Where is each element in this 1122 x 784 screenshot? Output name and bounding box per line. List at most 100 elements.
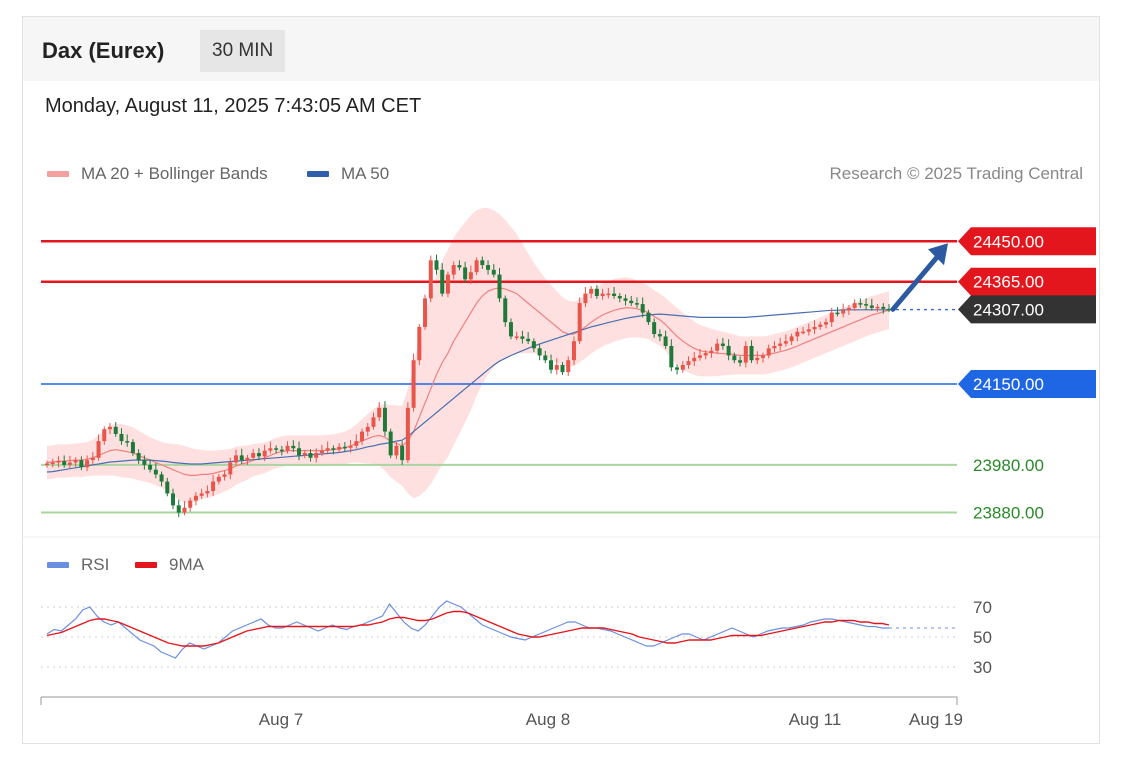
candle-body [279, 449, 284, 452]
candle-body [720, 343, 725, 346]
candle-body [801, 331, 806, 334]
candle-body [319, 450, 324, 454]
candle-body [841, 310, 846, 314]
candle-body [491, 269, 496, 275]
candle-body [675, 367, 680, 370]
candle-body [778, 343, 783, 346]
candle-body [549, 360, 554, 370]
candle-body [400, 445, 405, 461]
candle-body [692, 357, 697, 362]
candle-body [62, 461, 67, 465]
candle-body [434, 260, 439, 270]
candle-body [382, 407, 387, 432]
candle-body [251, 453, 256, 458]
level-label-24150.00: 24150.00 [973, 375, 1044, 394]
candle-body [554, 364, 559, 370]
candle-body [480, 260, 485, 266]
candle-body [125, 441, 130, 443]
candle-body [102, 429, 107, 442]
candle-body [508, 322, 513, 337]
candle-body [239, 455, 244, 461]
candle-body [852, 303, 857, 308]
candle-body [222, 474, 227, 477]
candle-body [577, 303, 582, 342]
candle-body [755, 357, 760, 361]
candle-body [308, 453, 313, 458]
candle-body [858, 303, 863, 305]
level-label-23980.00: 23980.00 [973, 456, 1044, 475]
candle-body [560, 364, 565, 373]
candle-body [291, 445, 296, 449]
candle-body [526, 338, 531, 342]
candle-body [726, 345, 731, 356]
candle-body [829, 312, 834, 323]
candle-body [652, 322, 657, 335]
candle-body [812, 326, 817, 330]
candle-body [45, 463, 49, 465]
candle-body [245, 457, 250, 461]
candle-body [228, 462, 233, 475]
candle-body [451, 265, 456, 275]
candle-body [199, 493, 204, 496]
candle-body [182, 507, 187, 513]
candle-body [90, 457, 95, 461]
candle-body [732, 355, 737, 361]
candle-body [520, 336, 525, 339]
candle-body [474, 260, 479, 273]
candle-body [216, 476, 221, 482]
candle-body [766, 348, 771, 356]
candle-body [165, 481, 170, 494]
candle-body [325, 448, 330, 451]
candle-body [354, 441, 359, 446]
candle-body [818, 324, 823, 327]
candle-body [193, 495, 198, 501]
candle-body [428, 260, 433, 299]
candle-body [537, 348, 542, 356]
candle-body [148, 464, 153, 470]
candle-body [806, 329, 811, 332]
candle-body [417, 326, 422, 361]
candle-body [211, 481, 216, 492]
candle-body [881, 306, 886, 309]
candle-body [583, 293, 588, 304]
candle-body [663, 336, 668, 346]
candle-body [188, 500, 193, 508]
candle-body [743, 345, 748, 363]
rsi-tick-label: 50 [973, 628, 992, 647]
candle-body [783, 341, 788, 344]
candle-body [171, 493, 176, 506]
level-label-24365.00: 24365.00 [973, 273, 1044, 292]
forecast-arrow-shaft [890, 248, 945, 312]
candle-body [623, 298, 628, 301]
candle-body [514, 336, 519, 338]
candle-body [715, 343, 720, 351]
candle-body [468, 272, 473, 280]
candle-body [234, 455, 239, 463]
x-tick-label: Aug 7 [259, 710, 303, 729]
candle-body [629, 300, 634, 304]
candle-body [130, 442, 135, 454]
candle-body [823, 322, 828, 325]
price-chart[interactable]: 24450.00 24365.00 24307.00 24150.00 23980.00… [23, 17, 1101, 745]
candle-body [423, 298, 428, 327]
candle-body [73, 460, 78, 463]
candle-body [113, 426, 118, 434]
level-label-23880.00: 23880.00 [973, 503, 1044, 522]
candle-body [680, 364, 685, 370]
rsi-ma-line [46, 610, 890, 647]
candle-body [262, 450, 267, 457]
candle-body [50, 462, 55, 465]
candle-body [256, 453, 261, 457]
candle-body [634, 303, 639, 305]
candle-body [371, 417, 376, 427]
candle-body [405, 407, 410, 461]
candle-body [531, 341, 536, 349]
candle-body [337, 446, 342, 450]
candle-body [594, 288, 599, 296]
candle-body [846, 307, 851, 311]
candle-body [394, 445, 399, 456]
candle-body [205, 491, 210, 494]
candle-body [159, 474, 164, 482]
candle-body [142, 460, 147, 465]
candle-body [377, 407, 382, 418]
